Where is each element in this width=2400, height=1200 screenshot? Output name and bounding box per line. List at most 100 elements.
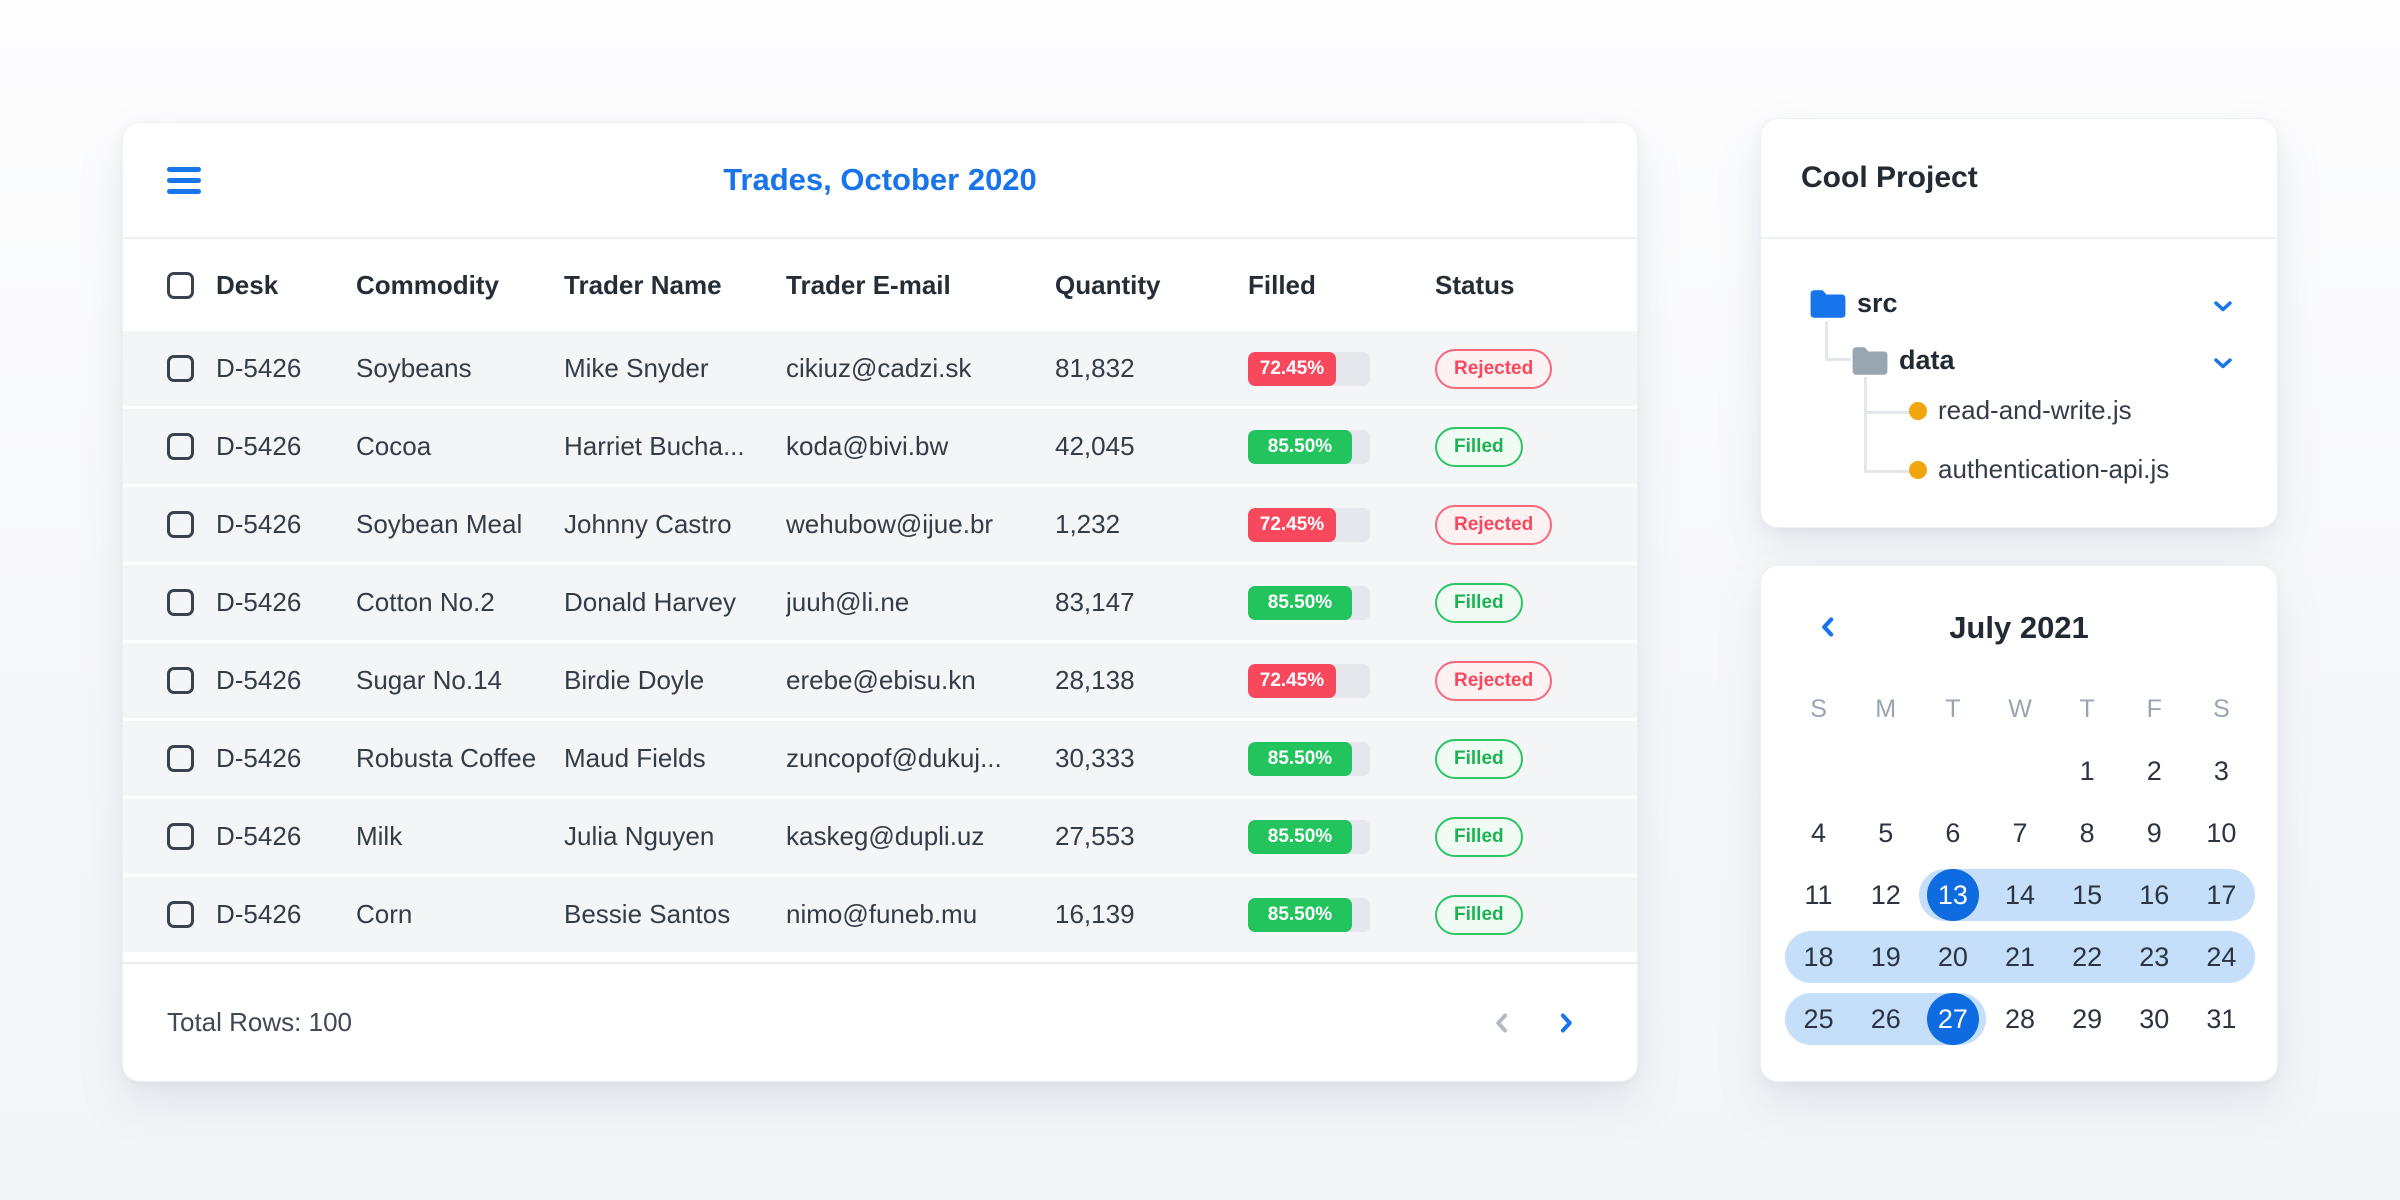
cell-commodity: Cotton No.2 — [356, 587, 495, 617]
progress-bar-track: 85.50% — [1248, 429, 1370, 464]
row-checkbox[interactable] — [167, 667, 194, 694]
calendar-day[interactable]: 12 — [1852, 864, 1919, 926]
row-checkbox[interactable] — [167, 823, 194, 850]
cell-filled: 85.50% — [1248, 429, 1435, 464]
row-checkbox[interactable] — [167, 511, 194, 538]
calendar-day[interactable]: 6 — [1919, 802, 1986, 864]
calendar-day[interactable]: 14 — [1986, 864, 2054, 926]
row-checkbox[interactable] — [167, 433, 194, 460]
calendar-empty-cell — [1785, 740, 1852, 802]
table-row[interactable]: D-5426 Robusta Coffee Maud Fields zuncopof@… — [123, 721, 1637, 799]
calendar-day[interactable]: 27 — [1919, 988, 1987, 1050]
table-row[interactable]: D-5426 Soybeans Mike Snyder cikiuz@cadzi.sk… — [123, 331, 1637, 409]
cell-quantity: 28,138 — [1055, 665, 1135, 695]
selected-day-circle[interactable]: 27 — [1926, 993, 1979, 1045]
file-tree: src data read-and-write.js authentication… — [1761, 239, 2277, 527]
checkbox-icon[interactable] — [167, 271, 194, 299]
progress-bar-track: 85.50% — [1248, 585, 1370, 620]
cell-trader-email: cikiuz@cadzi.sk — [786, 353, 972, 383]
cell-status: Filled — [1435, 738, 1637, 779]
day-number: 8 — [2079, 817, 2095, 848]
pagination — [1487, 964, 1581, 1081]
selected-day-circle[interactable]: 13 — [1926, 869, 1979, 921]
project-title: Cool Project — [1801, 161, 1978, 194]
chevron-down-icon[interactable] — [2209, 349, 2237, 377]
calendar-day[interactable]: 19 — [1852, 926, 1920, 988]
calendar-day[interactable]: 4 — [1785, 802, 1852, 864]
table-row[interactable]: D-5426 Cotton No.2 Donald Harvey juuh@li.ne… — [123, 565, 1637, 643]
calendar-day[interactable]: 16 — [2120, 864, 2188, 926]
row-checkbox[interactable] — [167, 745, 194, 772]
cell-trader-name: Bessie Santos — [564, 899, 731, 929]
calendar-day[interactable]: 5 — [1852, 802, 1919, 864]
calendar-day[interactable]: 1 — [2054, 740, 2121, 802]
calendar-day[interactable]: 21 — [1986, 926, 2054, 988]
column-header-status: Status — [1435, 269, 1515, 300]
calendar-day[interactable]: 18 — [1785, 926, 1853, 988]
calendar-day[interactable]: 17 — [2187, 864, 2255, 926]
tree-folder-data[interactable]: data — [1899, 345, 1955, 376]
tree-file-item[interactable]: authentication-api.js — [1938, 454, 2169, 485]
calendar-day[interactable]: 2 — [2121, 740, 2188, 802]
progress-bar-track: 85.50% — [1248, 897, 1370, 932]
calendar-day[interactable]: 3 — [2188, 740, 2255, 802]
cell-trader-email: kaskeg@dupli.uz — [786, 821, 985, 851]
calendar-day[interactable]: 23 — [2120, 926, 2188, 988]
cell-desk: D-5426 — [216, 743, 302, 773]
calendar-day[interactable]: 10 — [2188, 802, 2255, 864]
row-checkbox[interactable] — [167, 901, 194, 928]
calendar-weekday-label: W — [1986, 678, 2053, 740]
weekday-letter: F — [2146, 694, 2162, 723]
cell-quantity: 42,045 — [1055, 431, 1135, 461]
table-row[interactable]: D-5426 Sugar No.14 Birdie Doyle erebe@ebisu… — [123, 643, 1637, 721]
tree-folder-src[interactable]: src — [1857, 288, 1898, 319]
calendar-day[interactable]: 26 — [1852, 988, 1920, 1050]
day-number: 12 — [1870, 879, 1901, 910]
table-row[interactable]: D-5426 Corn Bessie Santos nimo@funeb.mu 16,1… — [123, 877, 1637, 955]
cell-commodity: Corn — [356, 899, 413, 929]
calendar-day[interactable]: 11 — [1785, 864, 1852, 926]
calendar-day[interactable]: 24 — [2187, 926, 2255, 988]
cell-trader-name: Julia Nguyen — [564, 821, 715, 851]
cell-trader-name: Maud Fields — [564, 743, 706, 773]
calendar-day[interactable]: 30 — [2121, 988, 2188, 1050]
row-checkbox[interactable] — [167, 589, 194, 616]
column-header-trader-name: Trader Name — [564, 269, 722, 300]
folder-icon[interactable] — [1851, 345, 1889, 377]
calendar-day[interactable]: 13 — [1919, 864, 1987, 926]
file-dot-icon — [1909, 402, 1927, 420]
calendar-day[interactable]: 8 — [2054, 802, 2121, 864]
tree-connector — [1825, 358, 1851, 361]
table-row[interactable]: D-5426 Cocoa Harriet Bucha... koda@bivi.bw 4… — [123, 409, 1637, 487]
day-number: 2 — [2146, 755, 2162, 786]
calendar-day[interactable]: 7 — [1986, 802, 2053, 864]
next-page-chevron-right-icon[interactable] — [1551, 1008, 1581, 1038]
select-all-checkbox[interactable] — [167, 271, 216, 299]
status-badge: Filled — [1435, 426, 1523, 467]
table-row[interactable]: D-5426 Soybean Meal Johnny Castro wehubow@i… — [123, 487, 1637, 565]
calendar-day[interactable]: 28 — [1986, 988, 2053, 1050]
calendar-day[interactable]: 9 — [2121, 802, 2188, 864]
table-row[interactable]: D-5426 Milk Julia Nguyen kaskeg@dupli.uz 27,… — [123, 799, 1637, 877]
cell-trader-email: wehubow@ijue.br — [786, 509, 994, 539]
calendar-day[interactable]: 20 — [1919, 926, 1987, 988]
table-header-row: Desk Commodity Trader Name Trader E-mail… — [123, 239, 1637, 331]
row-checkbox-cell — [167, 901, 216, 928]
calendar-day[interactable]: 22 — [2053, 926, 2121, 988]
calendar-day[interactable]: 15 — [2053, 864, 2121, 926]
calendar-day[interactable]: 29 — [2054, 988, 2121, 1050]
tree-file-item[interactable]: read-and-write.js — [1938, 395, 2132, 426]
progress-bar-track: 72.45% — [1248, 507, 1370, 542]
day-number: 3 — [2213, 755, 2229, 786]
chevron-down-icon[interactable] — [2209, 292, 2237, 320]
calendar-day[interactable]: 25 — [1785, 988, 1853, 1050]
project-tree-card: Cool Project src data read-and-write.js … — [1760, 118, 2278, 528]
cell-trader-email: erebe@ebisu.kn — [786, 665, 976, 695]
calendar-day[interactable]: 31 — [2188, 988, 2255, 1050]
day-number: 6 — [1945, 817, 1961, 848]
progress-bar-fill: 72.45% — [1248, 507, 1336, 542]
previous-page-chevron-left-icon[interactable] — [1487, 1008, 1517, 1038]
row-checkbox[interactable] — [167, 355, 194, 382]
tree-connector — [1864, 470, 1909, 473]
folder-icon[interactable] — [1809, 288, 1847, 320]
